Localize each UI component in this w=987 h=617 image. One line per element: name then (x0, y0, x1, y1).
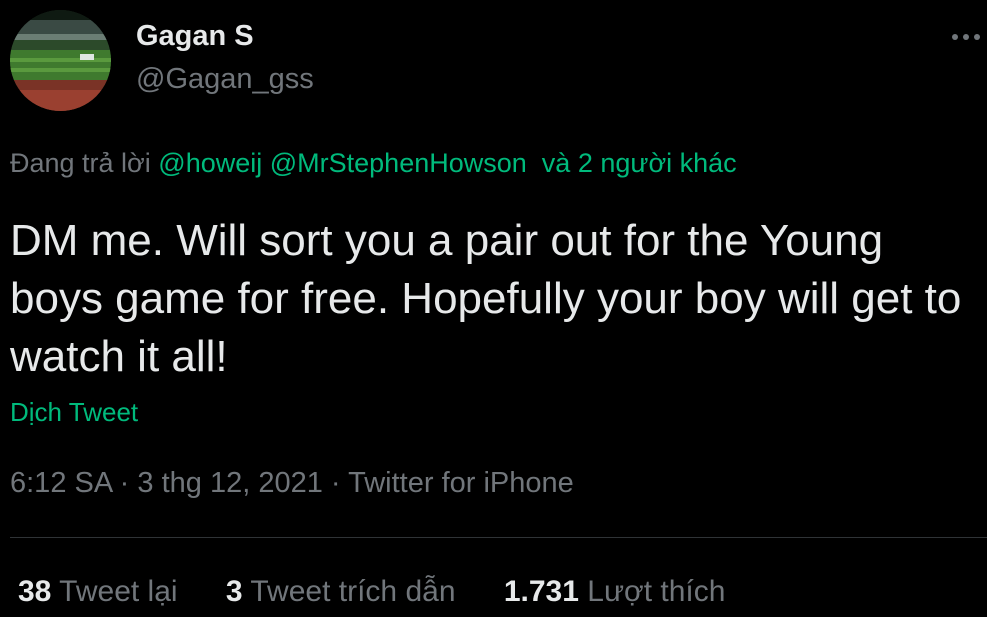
separator: · (119, 467, 130, 499)
likes-count: 1.731 (503, 575, 579, 608)
more-dots-icon (952, 34, 980, 40)
tweet-metadata: 6:12 SA · 3 thg 12, 2021 · Twitter for i… (10, 467, 574, 500)
more-options-button[interactable] (948, 22, 984, 52)
tweet-text: DM me. Will sort you a pair out for the … (10, 216, 962, 381)
display-name[interactable]: Gagan S (136, 20, 254, 53)
tweet-date[interactable]: 3 thg 12, 2021 (137, 467, 322, 499)
retweets-stat[interactable]: 38 Tweet lại (18, 575, 178, 609)
mention-mrstephenhowson[interactable]: @MrStephenHowson (270, 148, 527, 178)
divider (10, 537, 987, 538)
quote-tweets-label: Tweet trích dẫn (250, 575, 456, 608)
separator: · (330, 467, 341, 499)
replying-to-label: Đang trả lời (10, 148, 151, 178)
username[interactable]: @Gagan_gss (136, 63, 314, 96)
quote-tweets-stat[interactable]: 3 Tweet trích dẫn (226, 575, 456, 609)
retweets-count: 38 (18, 575, 52, 608)
replying-to: Đang trả lời @howeij @MrStephenHowson và… (10, 148, 737, 179)
tweet-time[interactable]: 6:12 SA (10, 467, 112, 499)
avatar-image (10, 10, 111, 111)
likes-stat[interactable]: 1.731 Lượt thích (504, 575, 726, 609)
mention-howeij[interactable]: @howeij (158, 148, 262, 178)
likes-label: Lượt thích (587, 575, 726, 608)
tweet-source[interactable]: Twitter for iPhone (348, 467, 574, 499)
quote-tweets-count: 3 (225, 575, 243, 608)
avatar[interactable] (10, 10, 111, 111)
translate-tweet-link[interactable]: Dịch Tweet (10, 397, 138, 428)
retweets-label: Tweet lại (59, 575, 178, 608)
engagement-stats: 38 Tweet lại 3 Tweet trích dẫn 1.731 Lượ… (18, 575, 765, 609)
mention-others-link[interactable]: và 2 người khác (542, 148, 737, 178)
